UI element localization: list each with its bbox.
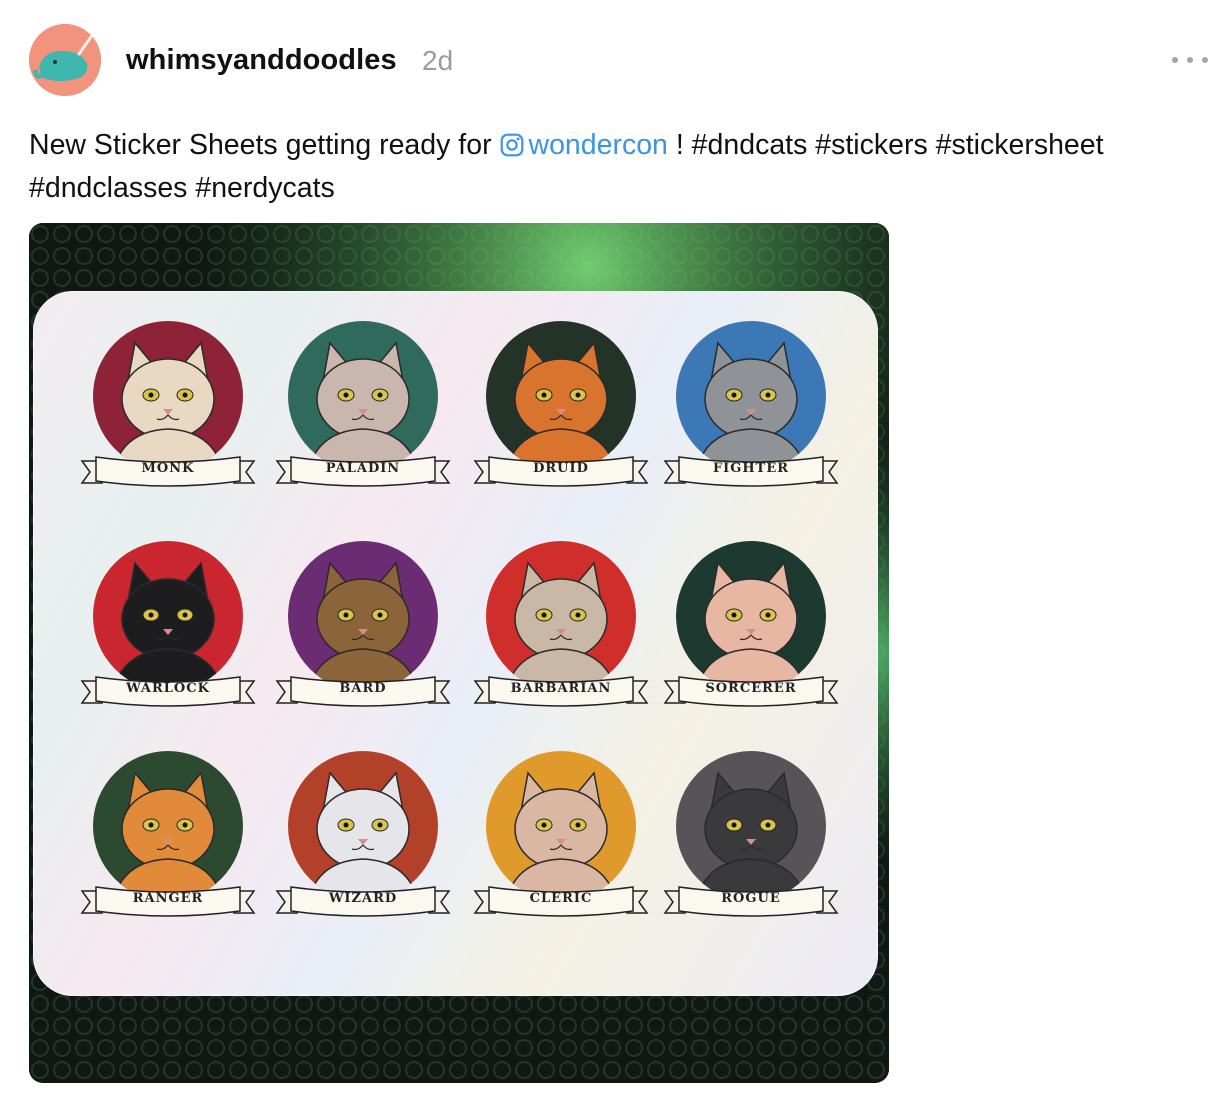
sticker-banner: BARBARIAN — [473, 671, 649, 711]
sticker-banner: WIZARD — [275, 881, 451, 921]
cat-illustration-icon — [486, 321, 636, 471]
sticker-label: BARBARIAN — [510, 681, 612, 696]
sticker-disc — [676, 321, 826, 471]
sticker-label: WIZARD — [328, 891, 398, 906]
sticker-disc — [288, 321, 438, 471]
sticker-fighter: FIGHTER — [661, 311, 841, 511]
sticker-label: MONK — [141, 461, 195, 476]
more-options-icon — [1172, 57, 1178, 63]
cat-illustration-icon — [93, 751, 243, 901]
sticker-banner: ROGUE — [663, 881, 839, 921]
sticker-disc — [93, 751, 243, 901]
sticker-banner: PALADIN — [275, 451, 451, 491]
sticker-monk: MONK — [78, 311, 258, 511]
cat-illustration-icon — [676, 321, 826, 471]
sticker-banner: WARLOCK — [80, 671, 256, 711]
sticker-disc — [486, 751, 636, 901]
sticker-paladin: PALADIN — [273, 311, 453, 511]
mention-handle: wondercon — [528, 129, 668, 161]
sticker-disc — [486, 541, 636, 691]
cat-illustration-icon — [486, 751, 636, 901]
sticker-label: RANGER — [132, 891, 204, 906]
sticker-barbarian: BARBARIAN — [471, 531, 651, 731]
cat-illustration-icon — [288, 321, 438, 471]
cat-illustration-icon — [288, 541, 438, 691]
sticker-label: CLERIC — [529, 891, 593, 906]
sticker-disc — [288, 751, 438, 901]
sticker-label: BARD — [339, 681, 387, 696]
sticker-warlock: WARLOCK — [78, 531, 258, 731]
mention-link[interactable]: wondercon — [499, 129, 668, 161]
cat-illustration-icon — [93, 541, 243, 691]
cat-illustration-icon — [288, 751, 438, 901]
sticker-rogue: ROGUE — [661, 741, 841, 941]
instagram-icon — [501, 133, 524, 157]
cat-illustration-icon — [676, 751, 826, 901]
sticker-label: ROGUE — [721, 891, 781, 906]
sticker-disc — [288, 541, 438, 691]
sticker-label: WARLOCK — [126, 681, 210, 696]
post-photo[interactable]: MONK PALADIN DRUID FIGHTER WARLOCK BARD BARBAR… — [29, 223, 889, 1083]
sticker-label: PALADIN — [325, 461, 401, 476]
sticker-disc — [676, 751, 826, 901]
cat-illustration-icon — [486, 541, 636, 691]
sticker-disc — [93, 321, 243, 471]
sticker-banner: RANGER — [80, 881, 256, 921]
sticker-disc — [93, 541, 243, 691]
sticker-label: FIGHTER — [712, 461, 790, 476]
sticker-banner: SORCERER — [663, 671, 839, 711]
sticker-banner: DRUID — [473, 451, 649, 491]
sticker-disc — [676, 541, 826, 691]
sticker-banner: CLERIC — [473, 881, 649, 921]
avatar[interactable] — [29, 24, 101, 96]
sticker-cleric: CLERIC — [471, 741, 651, 941]
sticker-label: DRUID — [533, 461, 589, 476]
username[interactable]: whimsyanddoodles — [126, 44, 397, 77]
narwhal-logo-icon — [29, 24, 101, 96]
sticker-ranger: RANGER — [78, 741, 258, 941]
sticker-label: SORCERER — [705, 681, 797, 696]
sticker-banner: FIGHTER — [663, 451, 839, 491]
post-caption: New Sticker Sheets getting ready for won… — [29, 124, 1219, 210]
sticker-banner: BARD — [275, 671, 451, 711]
sticker-banner: MONK — [80, 451, 256, 491]
sticker-disc — [486, 321, 636, 471]
cat-illustration-icon — [93, 321, 243, 471]
post-time: 2d — [422, 45, 454, 76]
more-options-button[interactable] — [1172, 50, 1208, 70]
sticker-sorcerer: SORCERER — [661, 531, 841, 731]
sticker-druid: DRUID — [471, 311, 651, 511]
cat-illustration-icon — [676, 541, 826, 691]
sticker-sheet: MONK PALADIN DRUID FIGHTER WARLOCK BARD BARBAR… — [33, 291, 878, 996]
sticker-wizard: WIZARD — [273, 741, 453, 941]
caption-text-before: New Sticker Sheets getting ready for — [29, 129, 500, 161]
sticker-bard: BARD — [273, 531, 453, 731]
